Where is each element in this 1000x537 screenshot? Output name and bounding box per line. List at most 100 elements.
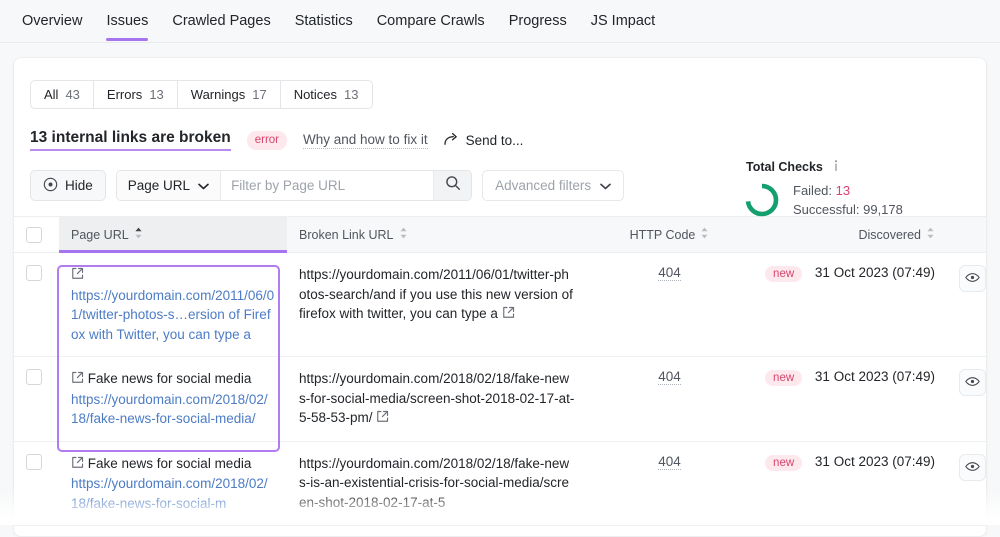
header-page-url[interactable]: Page URL [59, 217, 287, 253]
header-http-code-label: HTTP Code [630, 228, 696, 242]
main-navigation: Overview Issues Crawled Pages Statistics… [0, 0, 1000, 43]
nav-tab-overview-label: Overview [22, 13, 82, 29]
broken-link-url-content: https://yourdomain.com/2018/02/18/fake-n… [299, 369, 575, 429]
nav-tab-issues-label: Issues [106, 13, 148, 29]
sort-icon [926, 227, 935, 242]
page-title: Fake news for social media [88, 456, 252, 471]
external-link-icon[interactable] [376, 409, 389, 429]
issues-panel: All 43 Errors 13 Warnings 17 Notices 13 … [13, 57, 987, 537]
send-to-button[interactable]: Send to... [444, 132, 524, 149]
page-url-content: Fake news for social media https://yourd… [71, 454, 275, 514]
sort-icon [399, 227, 408, 242]
eye-icon [965, 271, 980, 286]
http-code-value[interactable]: 404 [658, 265, 681, 281]
header-discovered-label: Discovered [858, 228, 921, 242]
advanced-filters-dropdown[interactable]: Advanced filters [482, 170, 624, 201]
share-arrow-icon [444, 132, 459, 149]
nav-tab-statistics[interactable]: Statistics [283, 0, 365, 43]
status-badge: new [765, 370, 802, 386]
view-details-button[interactable] [959, 454, 986, 481]
total-checks-stats: Failed: 13 Successful: 99,178 [793, 181, 903, 219]
page-url-link[interactable]: https://yourdomain.com/2018/02/18/fake-n… [71, 476, 268, 511]
filter-tab-warnings[interactable]: Warnings 17 [178, 81, 281, 108]
header-http-code[interactable]: HTTP Code [587, 217, 752, 253]
row-select-cell [14, 357, 59, 442]
status-badge: new [765, 455, 802, 471]
total-checks-body: Failed: 13 Successful: 99,178 [744, 181, 934, 219]
nav-tab-compare-crawls[interactable]: Compare Crawls [365, 0, 497, 43]
filter-tab-errors[interactable]: Errors 13 [94, 81, 178, 108]
nav-tab-statistics-label: Statistics [295, 13, 353, 29]
total-checks-widget: Total Checks Failed: 13 Succe [744, 159, 934, 219]
header-select-all [14, 217, 59, 253]
search-input[interactable] [221, 171, 433, 200]
row-select-cell [14, 441, 59, 526]
http-code-value[interactable]: 404 [658, 454, 681, 470]
discovered-date: 31 Oct 2023 (07:49) [815, 454, 935, 469]
filter-field-select[interactable]: Page URL [117, 171, 221, 200]
nav-tab-overview[interactable]: Overview [10, 0, 94, 43]
filter-tab-warnings-count: 17 [252, 87, 266, 102]
filter-tab-all-count: 43 [65, 87, 79, 102]
header-discovered[interactable]: Discovered [752, 217, 947, 253]
filter-tab-notices-count: 13 [344, 87, 358, 102]
search-button[interactable] [433, 171, 471, 200]
row-checkbox[interactable] [26, 369, 42, 385]
page-url-link[interactable]: https://yourdomain.com/2011/06/01/twitte… [71, 288, 274, 342]
page-url-content: Fake news for social media https://yourd… [71, 369, 275, 429]
table-row[interactable]: Fake news for social media https://yourd… [14, 357, 986, 442]
header-page-url-label: Page URL [71, 228, 129, 242]
nav-tab-issues[interactable]: Issues [94, 0, 160, 43]
issues-table: Page URL Broken Link URL [14, 216, 986, 526]
why-and-how-to-fix-link[interactable]: Why and how to fix it [303, 132, 428, 149]
total-checks-successful-row: Successful: 99,178 [793, 200, 903, 219]
broken-link-url-content: https://yourdomain.com/2011/06/01/twitte… [299, 265, 575, 325]
cell-http-code: 404 [587, 253, 752, 357]
row-select-cell [14, 253, 59, 357]
external-link-icon[interactable] [71, 455, 84, 475]
issues-table-body: https://yourdomain.com/2011/06/01/twitte… [14, 253, 986, 526]
hide-button[interactable]: Hide [30, 170, 106, 201]
external-link-icon[interactable] [502, 305, 515, 325]
page-url-content: https://yourdomain.com/2011/06/01/twitte… [71, 265, 275, 344]
table-row[interactable]: Fake news for social media https://yourd… [14, 441, 986, 526]
status-badge: new [765, 266, 802, 282]
nav-tab-progress[interactable]: Progress [497, 0, 579, 43]
hide-button-label: Hide [65, 178, 93, 193]
cell-broken-link-url: https://yourdomain.com/2011/06/01/twitte… [287, 253, 587, 357]
header-broken-link-url[interactable]: Broken Link URL [287, 217, 587, 253]
select-all-checkbox[interactable] [26, 227, 42, 243]
filter-tab-notices[interactable]: Notices 13 [281, 81, 372, 108]
eye-icon [965, 460, 980, 475]
sort-icon [134, 227, 143, 242]
http-code-value[interactable]: 404 [658, 369, 681, 385]
nav-tab-js-impact[interactable]: JS Impact [579, 0, 667, 43]
external-link-icon[interactable] [71, 370, 84, 390]
total-checks-failed-label: Failed: [793, 183, 832, 198]
info-icon[interactable] [830, 159, 842, 175]
row-checkbox[interactable] [26, 454, 42, 470]
sort-icon [700, 227, 709, 242]
page-title: Fake news for social media [88, 371, 252, 386]
cell-broken-link-url: https://yourdomain.com/2018/02/18/fake-n… [287, 357, 587, 442]
view-details-button[interactable] [959, 369, 986, 396]
advanced-filters-label: Advanced filters [495, 178, 591, 193]
table-row[interactable]: https://yourdomain.com/2011/06/01/twitte… [14, 253, 986, 357]
cell-discovered: new 31 Oct 2023 (07:49) [752, 441, 947, 526]
external-link-icon[interactable] [71, 266, 84, 286]
page-url-link[interactable]: https://yourdomain.com/2018/02/18/fake-n… [71, 392, 268, 427]
chevron-down-icon [198, 178, 209, 193]
filter-tab-all[interactable]: All 43 [31, 81, 94, 108]
issue-header: 13 internal links are broken error Why a… [30, 129, 986, 151]
eye-icon [965, 375, 980, 390]
nav-tab-crawled-pages[interactable]: Crawled Pages [160, 0, 282, 43]
row-checkbox[interactable] [26, 265, 42, 281]
issue-severity-filter-group: All 43 Errors 13 Warnings 17 Notices 13 [30, 80, 373, 109]
cell-actions [947, 253, 986, 357]
total-checks-successful-value: 99,178 [863, 202, 903, 217]
filter-tab-errors-count: 13 [149, 87, 163, 102]
cell-page-url: Fake news for social media https://yourd… [59, 441, 287, 526]
issue-title[interactable]: 13 internal links are broken [30, 129, 231, 151]
discovered-date: 31 Oct 2023 (07:49) [815, 369, 935, 384]
view-details-button[interactable] [959, 265, 986, 292]
